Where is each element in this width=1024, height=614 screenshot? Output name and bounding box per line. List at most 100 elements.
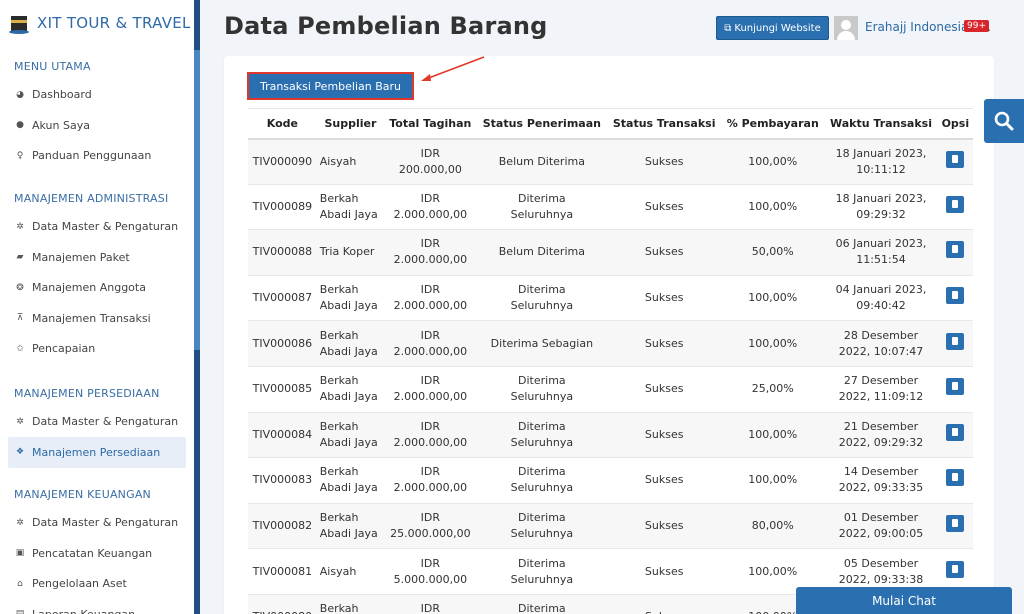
table-cell: DiterimaSeluruhnya: [476, 457, 608, 504]
column-header[interactable]: Status Penerimaan: [476, 108, 608, 140]
sidebar-item[interactable]: ● Akun Saya: [0, 110, 194, 141]
opsi-cell: [937, 275, 973, 322]
table-cell: Sukses: [607, 320, 722, 367]
brand[interactable]: XIT TOUR & TRAVEL: [0, 0, 194, 46]
sidebar-section-title: MANAJEMEN ADMINISTRASI: [14, 192, 169, 205]
book-icon: ▰: [16, 252, 24, 262]
sidebar-item-label: Data Master & Pengaturan: [32, 516, 179, 529]
table-cell: 28 Desember 2022, 10:07:47: [824, 320, 938, 367]
table-cell: BerkahAbadi Jaya: [316, 366, 385, 413]
table-cell: Sukses: [607, 503, 722, 550]
lightbulb-icon: ♀: [16, 150, 24, 161]
sidebar-item[interactable]: ✲ Data Master & Pengaturan: [0, 211, 194, 242]
table-cell: BerkahAbadi Jaya: [316, 275, 385, 322]
table-cell: 04 Januari 2023, 09:40:42: [824, 275, 938, 322]
table-cell: TIV000088: [248, 229, 317, 276]
table-cell: Sukses: [607, 138, 722, 185]
table-row: TIV000089 Berkah Abadi Jaya IDR 2.000.000,00…: [248, 184, 973, 231]
table-cell: BerkahAbadi Jaya: [316, 184, 385, 231]
avatar[interactable]: [834, 16, 858, 40]
table-cell: Sukses: [607, 548, 722, 595]
sidebar-item-label: Dashboard: [32, 88, 92, 101]
table-cell: 100,00%: [721, 275, 825, 322]
table-row: TIV000083 Berkah Abadi Jaya IDR 2.000.000,00…: [248, 457, 973, 504]
table-cell: IDR 200.000,00: [384, 138, 477, 185]
scrollbar-thumb[interactable]: [194, 50, 200, 350]
chart-icon: ▤: [15, 609, 25, 614]
notification-badge[interactable]: 99+: [964, 20, 989, 32]
table-cell: IDR 25.000.000,00: [384, 503, 477, 550]
sidebar-item[interactable]: ⌂ Pengelolaan Aset: [0, 568, 194, 599]
sidebar-section-title: MENU UTAMA: [14, 60, 91, 73]
hdd-icon: ⌂: [17, 578, 23, 589]
opsi-cell: [937, 366, 973, 413]
chat-button[interactable]: Mulai Chat: [796, 587, 1012, 614]
table-cell: DiterimaSeluruhnya: [476, 412, 608, 459]
column-header[interactable]: Status Transaksi: [607, 108, 722, 140]
table-row: TIV000086 Berkah Abadi Jaya IDR 2.000.000,00…: [248, 320, 973, 367]
sidebar-item[interactable]: ⊼ Manajemen Transaksi: [0, 303, 194, 334]
table-cell: Aisyah: [316, 548, 385, 595]
book-icon[interactable]: [946, 241, 965, 259]
table-cell: Belum Diterima: [476, 229, 608, 276]
book-icon[interactable]: [946, 195, 965, 213]
table-cell: TIV000087: [248, 275, 317, 322]
sidebar-item[interactable]: ✲ Data Master & Pengaturan: [0, 507, 194, 538]
book-icon[interactable]: [946, 423, 965, 441]
search-button[interactable]: [984, 99, 1024, 143]
new-purchase-button[interactable]: Transaksi Pembelian Baru: [247, 72, 414, 100]
users-icon: ❂: [16, 282, 24, 293]
book-icon[interactable]: [946, 560, 965, 578]
column-header[interactable]: % Pembayaran: [721, 108, 825, 140]
visit-website-button[interactable]: ⧉ Kunjungi Website: [716, 16, 829, 40]
column-header[interactable]: Total Tagihan: [384, 108, 477, 140]
column-header[interactable]: Kode: [248, 108, 317, 140]
sidebar-item[interactable]: ✲ Data Master & Pengaturan: [0, 406, 194, 437]
table-cell: 100,00%: [721, 412, 825, 459]
sidebar-item-label: Data Master & Pengaturan: [32, 220, 179, 233]
table-cell: TIV000085: [248, 366, 317, 413]
table-cell: DiterimaSeluruhnya: [476, 275, 608, 322]
table-cell: Sukses: [607, 457, 722, 504]
sidebar-scrollbar[interactable]: [194, 0, 200, 614]
sidebar-item[interactable]: ▰ Manajemen Paket: [0, 242, 194, 273]
user-name[interactable]: Erahajj Indonesia: [865, 20, 968, 34]
sidebar-item[interactable]: ✩ Pencapaian: [0, 333, 194, 364]
table-cell: 06 Januari 2023, 11:51:54: [824, 229, 938, 276]
cubes-icon: ❖: [15, 447, 25, 457]
table-cell: IDR2.000.000,00: [384, 594, 477, 614]
table-row: TIV000087 Berkah Abadi Jaya IDR 2.000.000,00…: [248, 275, 973, 322]
sidebar-item[interactable]: ♀ Panduan Penggunaan: [0, 140, 194, 171]
sidebar-item-label: Panduan Penggunaan: [32, 149, 152, 162]
table-cell: IDR2.000.000,00: [384, 275, 477, 322]
table-cell: Sukses: [607, 229, 722, 276]
sidebar-item[interactable]: ◕ Dashboard: [0, 79, 194, 110]
book-icon[interactable]: [946, 515, 965, 533]
sidebar-item[interactable]: ❂ Manajemen Anggota: [0, 272, 194, 303]
table-row: TIV000082 Berkah Abadi Jaya IDR 25.000.000,0…: [248, 503, 973, 550]
sidebar-item-label: Data Master & Pengaturan: [32, 415, 179, 428]
table-cell: IDR2.000.000,00: [384, 457, 477, 504]
search-icon: [994, 111, 1014, 131]
sidebar-item-label: Manajemen Paket: [32, 250, 130, 264]
table-cell: IDR2.000.000,00: [384, 320, 477, 367]
table-cell: Sukses: [607, 412, 722, 459]
sidebar-item[interactable]: ▤ Laporan Keuangan: [0, 599, 194, 614]
brand-name: XIT TOUR & TRAVEL: [37, 14, 191, 32]
sidebar-item-label: Manajemen Persediaan: [32, 445, 161, 459]
book-icon[interactable]: [946, 469, 965, 487]
sidebar-item-label: Pencapaian: [32, 342, 96, 355]
sidebar-item[interactable]: ❖ Manajemen Persediaan: [8, 436, 186, 468]
column-header[interactable]: Supplier: [316, 108, 385, 140]
table-row: TIV000090 Aisyah IDR 200.000,00 Belum Diteri…: [248, 138, 973, 185]
table-row: TIV000085 Berkah Abadi Jaya IDR 2.000.000,00…: [248, 366, 973, 413]
book-icon[interactable]: [946, 378, 965, 396]
book-icon[interactable]: [946, 332, 965, 350]
column-header[interactable]: Opsi: [937, 108, 973, 140]
table-cell: 21 Desember 2022, 09:29:32: [824, 412, 938, 459]
book-icon[interactable]: [946, 150, 965, 168]
book-icon[interactable]: [946, 287, 965, 305]
column-header[interactable]: Waktu Transaksi: [824, 108, 938, 140]
sidebar-item[interactable]: ▣ Pencatatan Keuangan: [0, 538, 194, 569]
table-cell: Sukses: [607, 594, 722, 614]
